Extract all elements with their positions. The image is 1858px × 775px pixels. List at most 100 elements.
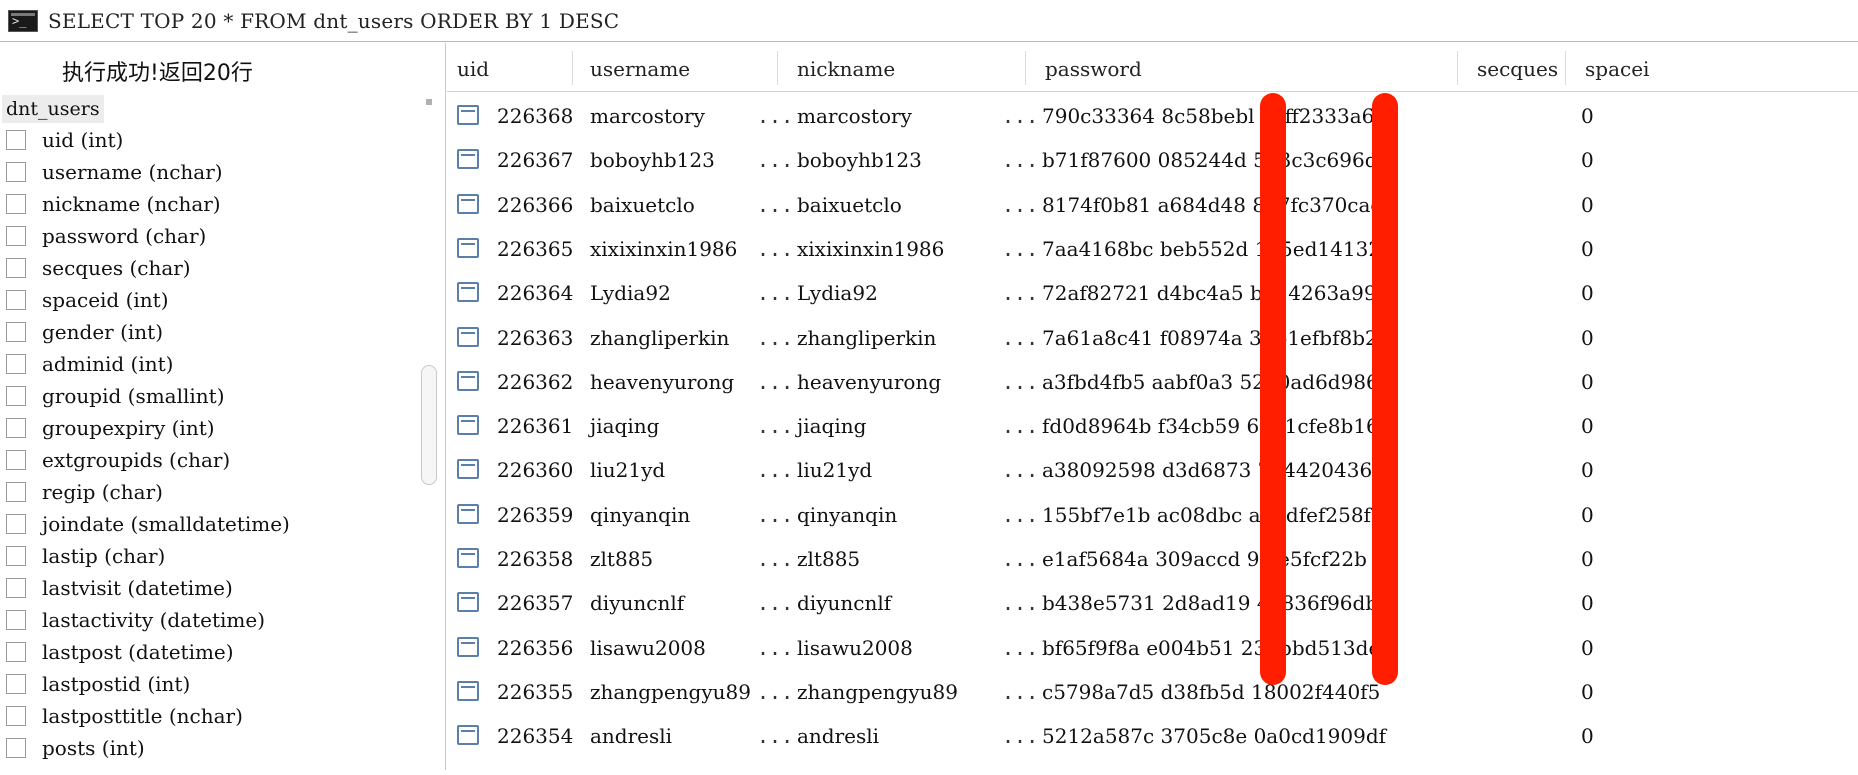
column-checkbox[interactable] bbox=[6, 130, 26, 150]
column-item[interactable]: gender (int) bbox=[0, 317, 420, 349]
column-checkbox[interactable] bbox=[6, 674, 26, 694]
table-row[interactable]: 226366 baixuetclo... baixuetclo... 8174f0b8… bbox=[447, 184, 1858, 228]
column-checkbox[interactable] bbox=[6, 706, 26, 726]
column-label: username (nchar) bbox=[42, 160, 223, 184]
cell-ellipsis: ... bbox=[757, 192, 794, 217]
query-bar[interactable]: SELECT TOP 20 * FROM dnt_users ORDER BY … bbox=[0, 0, 1858, 42]
redaction-mark bbox=[1372, 93, 1398, 685]
column-checkbox[interactable] bbox=[6, 226, 26, 246]
redaction-mark bbox=[1260, 93, 1286, 685]
column-item[interactable]: adminid (int) bbox=[0, 349, 420, 381]
column-checkbox[interactable] bbox=[6, 322, 26, 342]
column-item[interactable]: lastactivity (datetime) bbox=[0, 605, 420, 637]
terminal-icon bbox=[8, 10, 38, 32]
column-checkbox[interactable] bbox=[6, 482, 26, 502]
cell-password: a38092598 d3d6873 7944204361f bbox=[1042, 458, 1393, 483]
scrollbar-thumb[interactable] bbox=[421, 365, 437, 485]
table-row[interactable]: 226357 diyuncnlf... diyuncnlf... b438e5731 … bbox=[447, 582, 1858, 626]
column-item[interactable]: lastpost (datetime) bbox=[0, 637, 420, 669]
cell-username: xixixinxin1986 bbox=[590, 236, 738, 261]
column-checkbox[interactable] bbox=[6, 578, 26, 598]
table-row[interactable]: 226358 zlt885... zlt885... e1af5684a 309acc… bbox=[447, 538, 1858, 582]
table-row[interactable]: 226354 andresli... andresli... 5212a587c 37… bbox=[447, 715, 1858, 759]
row-icon bbox=[457, 725, 479, 746]
column-item[interactable]: spaceid (int) bbox=[0, 285, 420, 317]
column-checkbox[interactable] bbox=[6, 450, 26, 470]
cell-ellipsis: ... bbox=[757, 724, 794, 749]
table-row[interactable]: 226364 Lydia92... Lydia92... 72af82721 d4bc… bbox=[447, 272, 1858, 316]
row-icon bbox=[457, 193, 479, 214]
table-row[interactable]: 226365 xixixinxin1986... xixixinxin1986...… bbox=[447, 228, 1858, 272]
query-text[interactable]: SELECT TOP 20 * FROM dnt_users ORDER BY … bbox=[48, 10, 619, 32]
cell-ellipsis: ... bbox=[757, 325, 794, 350]
cell-password: b71f87600 085244d 5b3c3c696d8 bbox=[1042, 148, 1391, 173]
cell-username: liu21yd bbox=[590, 458, 666, 483]
table-node-dnt-users[interactable]: dnt_users bbox=[2, 95, 104, 123]
column-checkbox[interactable] bbox=[6, 162, 26, 182]
column-item[interactable]: nickname (nchar) bbox=[0, 189, 420, 221]
column-checkbox[interactable] bbox=[6, 290, 26, 310]
column-checkbox[interactable] bbox=[6, 258, 26, 278]
column-item[interactable]: regip (char) bbox=[0, 477, 420, 509]
header-uid[interactable]: uid bbox=[457, 57, 489, 81]
table-row[interactable]: 226362 heavenyurong... heavenyurong... a3fb… bbox=[447, 361, 1858, 405]
cell-nickname: jiaqing bbox=[797, 414, 867, 439]
cell-ellipsis: ... bbox=[1002, 369, 1039, 394]
column-item[interactable]: password (char) bbox=[0, 221, 420, 253]
table-row[interactable]: 226359 qinyanqin... qinyanqin... 155bf7e1b … bbox=[447, 494, 1858, 538]
table-row[interactable]: 226363 zhangliperkin... zhangliperkin... 7a… bbox=[447, 317, 1858, 361]
column-checkbox[interactable] bbox=[6, 418, 26, 438]
header-password[interactable]: password bbox=[1045, 57, 1142, 81]
column-checkbox[interactable] bbox=[6, 386, 26, 406]
header-nickname[interactable]: nickname bbox=[797, 57, 895, 81]
header-divider[interactable] bbox=[572, 51, 573, 85]
header-spaceid[interactable]: spacei bbox=[1585, 57, 1649, 81]
table-row[interactable]: 226368 marcostory... marcostory... 790c3336… bbox=[447, 95, 1858, 139]
cell-username: marcostory bbox=[590, 104, 705, 128]
column-checkbox[interactable] bbox=[6, 738, 26, 758]
table-row[interactable]: 226360 liu21yd... liu21yd... a38092598 d3d6… bbox=[447, 449, 1858, 493]
cell-password: c5798a7d5 d38fb5d 18002f440f5 bbox=[1042, 679, 1381, 704]
header-divider[interactable] bbox=[1565, 51, 1566, 85]
column-item[interactable]: username (nchar) bbox=[0, 157, 420, 189]
column-item[interactable]: lastvisit (datetime) bbox=[0, 573, 420, 605]
cell-nickname: zhangpengyu89 bbox=[797, 679, 958, 704]
column-item[interactable]: lastposttitle (nchar) bbox=[0, 701, 420, 733]
table-row[interactable]: 226367 boboyhb123... boboyhb123... b71f8760… bbox=[447, 139, 1858, 183]
header-divider[interactable] bbox=[1025, 51, 1026, 85]
cell-secques: 0 bbox=[1581, 104, 1594, 128]
column-item[interactable]: secques (char) bbox=[0, 253, 420, 285]
column-item[interactable]: posts (int) bbox=[0, 733, 420, 765]
column-item[interactable]: extgroupids (char) bbox=[0, 445, 420, 477]
scroll-up-icon[interactable] bbox=[426, 99, 432, 105]
column-label: posts (int) bbox=[42, 736, 145, 760]
cell-password: a3fbd4fb5 aabf0a3 5220ad6d986 bbox=[1042, 369, 1379, 394]
column-checkbox[interactable] bbox=[6, 514, 26, 534]
column-checkbox[interactable] bbox=[6, 642, 26, 662]
table-row[interactable]: 226361 jiaqing... jiaqing... fd0d8964b f34c… bbox=[447, 405, 1858, 449]
header-divider[interactable] bbox=[777, 51, 778, 85]
column-item[interactable]: lastip (char) bbox=[0, 541, 420, 573]
column-checkbox[interactable] bbox=[6, 354, 26, 374]
row-icon bbox=[457, 326, 479, 347]
column-checkbox[interactable] bbox=[6, 194, 26, 214]
cell-nickname: lisawu2008 bbox=[797, 635, 913, 660]
column-item[interactable]: groupid (smallint) bbox=[0, 381, 420, 413]
column-item[interactable]: uid (int) bbox=[0, 125, 420, 157]
cell-secques: 0 bbox=[1581, 458, 1594, 483]
cell-nickname: zlt885 bbox=[797, 547, 861, 571]
table-row[interactable]: 226355 zhangpengyu89... zhangpengyu89... c5… bbox=[447, 671, 1858, 715]
table-row[interactable]: 226356 lisawu2008... lisawu2008... bf65f9f8… bbox=[447, 627, 1858, 671]
column-item[interactable]: joindate (smalldatetime) bbox=[0, 509, 420, 541]
column-item[interactable]: groupexpiry (int) bbox=[0, 413, 420, 445]
header-username[interactable]: username bbox=[590, 57, 690, 81]
column-item[interactable]: lastpostid (int) bbox=[0, 669, 420, 701]
cell-ellipsis: ... bbox=[1002, 104, 1039, 128]
header-secques[interactable]: secques bbox=[1477, 57, 1558, 81]
column-list-scrollbar[interactable] bbox=[420, 95, 438, 775]
column-checkbox[interactable] bbox=[6, 610, 26, 630]
header-divider[interactable] bbox=[1457, 51, 1458, 85]
cell-uid: 226356 bbox=[497, 635, 574, 660]
cell-uid: 226366 bbox=[497, 192, 574, 217]
column-checkbox[interactable] bbox=[6, 546, 26, 566]
